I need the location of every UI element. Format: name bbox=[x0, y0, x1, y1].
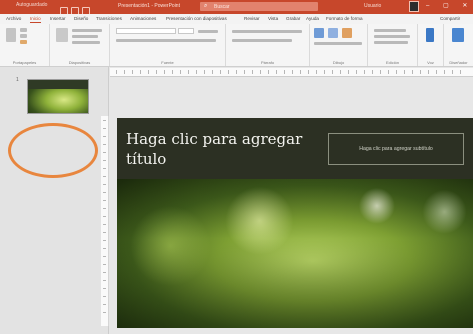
cut-icon[interactable] bbox=[20, 28, 27, 32]
tab-vista[interactable]: Vista bbox=[268, 16, 278, 21]
dictate-icon[interactable] bbox=[426, 28, 434, 42]
title-line-2: título bbox=[126, 150, 167, 168]
slide-canvas: Haga clic para agregar título Haga clic … bbox=[117, 118, 473, 328]
new-slide-icon[interactable] bbox=[56, 28, 68, 42]
group-slides: Diapositivas bbox=[50, 24, 110, 66]
title-line-1: Haga clic para agregar bbox=[126, 130, 303, 148]
tab-formato-forma[interactable]: Formato de forma bbox=[326, 16, 363, 21]
tab-grabar[interactable]: Grabar bbox=[286, 16, 300, 21]
replace-button[interactable] bbox=[374, 35, 410, 38]
group-designer: Diseñador bbox=[444, 24, 473, 66]
slide-thumbnail[interactable] bbox=[27, 79, 89, 114]
paste-icon[interactable] bbox=[6, 28, 16, 42]
group-voice: Voz bbox=[418, 24, 444, 66]
tab-revisar[interactable]: Revisar bbox=[244, 16, 260, 21]
tab-transiciones[interactable]: Transiciones bbox=[96, 16, 122, 21]
format-painter-icon[interactable] bbox=[20, 40, 27, 44]
group-label: Diseñador bbox=[449, 60, 468, 65]
slide-number: 1 bbox=[16, 77, 19, 83]
horizontal-ruler bbox=[110, 68, 473, 77]
tab-inicio[interactable]: Inicio bbox=[30, 16, 41, 23]
title-bar: Autoguardado Presentación1 - PowerPoint … bbox=[0, 0, 473, 15]
share-button[interactable]: Compartir bbox=[440, 16, 460, 21]
group-font: Fuente bbox=[110, 24, 226, 66]
title-band: Haga clic para agregar título Haga clic … bbox=[117, 118, 473, 179]
quick-styles-icon[interactable] bbox=[342, 28, 352, 38]
user-name[interactable]: Usuario bbox=[364, 3, 381, 9]
font-size-buttons[interactable] bbox=[198, 30, 218, 33]
copy-icon[interactable] bbox=[20, 34, 27, 38]
thumbnail-title-band bbox=[28, 80, 88, 89]
select-button[interactable] bbox=[374, 41, 408, 44]
tab-ayuda[interactable]: Ayuda bbox=[306, 16, 319, 21]
font-size-select[interactable] bbox=[178, 28, 194, 34]
search-placeholder: Buscar bbox=[214, 4, 230, 10]
group-drawing: Dibujo bbox=[310, 24, 368, 66]
vertical-ruler bbox=[101, 116, 109, 326]
list-buttons[interactable] bbox=[232, 30, 302, 33]
avatar[interactable] bbox=[409, 1, 419, 12]
section-button[interactable] bbox=[72, 41, 100, 44]
design-ideas-icon[interactable] bbox=[452, 28, 464, 42]
tab-presentacion[interactable]: Presentación con diapositivas bbox=[166, 16, 227, 21]
ribbon: Portapapeles Diapositivas Fuente Párrafo… bbox=[0, 24, 473, 67]
font-style-buttons[interactable] bbox=[116, 39, 216, 42]
window-controls[interactable]: – ▢ ✕ bbox=[426, 2, 473, 9]
group-clipboard: Portapapeles bbox=[0, 24, 50, 66]
group-label: Edición bbox=[385, 60, 400, 65]
group-label: Diapositivas bbox=[68, 60, 91, 65]
tab-diseno[interactable]: Diseño bbox=[74, 16, 88, 21]
tab-archivo[interactable]: Archivo bbox=[6, 16, 21, 21]
layout-button[interactable] bbox=[72, 29, 102, 32]
tab-animaciones[interactable]: Animaciones bbox=[130, 16, 156, 21]
group-label: Dibujo bbox=[332, 60, 345, 65]
title-placeholder[interactable]: Haga clic para agregar título bbox=[126, 129, 318, 171]
bokeh-background-image bbox=[117, 179, 473, 328]
arrange-icon[interactable] bbox=[328, 28, 338, 38]
subtitle-placeholder[interactable]: Haga clic para agregar subtítulo bbox=[328, 133, 464, 165]
group-label: Párrafo bbox=[260, 60, 275, 65]
align-buttons[interactable] bbox=[232, 39, 292, 42]
search-box[interactable]: ⌕ Buscar bbox=[200, 2, 318, 11]
reset-button[interactable] bbox=[72, 35, 98, 38]
document-title: Presentación1 - PowerPoint bbox=[118, 3, 180, 9]
shapes-icon[interactable] bbox=[314, 28, 324, 38]
group-label: Voz bbox=[427, 60, 434, 65]
find-button[interactable] bbox=[374, 29, 406, 32]
ribbon-tabs: Archivo Inicio Insertar Diseño Transicio… bbox=[0, 14, 473, 24]
group-paragraph: Párrafo bbox=[226, 24, 310, 66]
search-icon: ⌕ bbox=[204, 3, 208, 9]
tab-insertar[interactable]: Insertar bbox=[50, 16, 66, 21]
shape-fill-buttons[interactable] bbox=[314, 42, 362, 45]
font-family-select[interactable] bbox=[116, 28, 176, 34]
autosave-toggle[interactable]: Autoguardado bbox=[16, 2, 47, 8]
highlight-circle bbox=[8, 123, 98, 178]
group-label: Fuente bbox=[161, 60, 174, 65]
quick-access-toolbar bbox=[60, 2, 100, 15]
group-label: Portapapeles bbox=[12, 60, 37, 65]
group-editing: Edición bbox=[368, 24, 418, 66]
slide-thumbnail-pane: 1 bbox=[0, 67, 109, 334]
